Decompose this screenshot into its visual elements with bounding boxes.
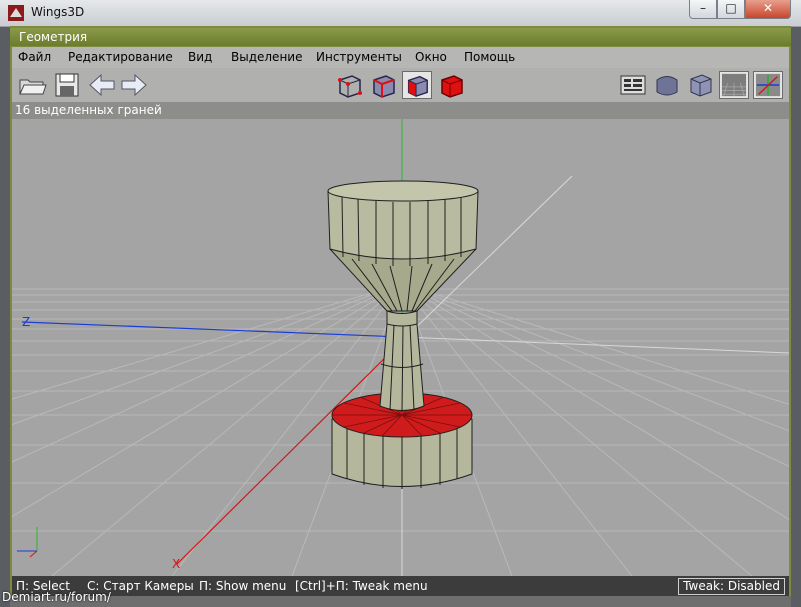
hint-right-click: П: Show menu xyxy=(199,579,287,593)
menu-select[interactable]: Выделение xyxy=(231,47,302,68)
save-disk-icon[interactable] xyxy=(52,71,82,99)
x-axis-label: X xyxy=(172,557,180,571)
axes-icon[interactable] xyxy=(753,71,783,99)
3d-viewport[interactable]: Z X xyxy=(12,119,789,576)
window-title: Wings3D xyxy=(31,5,85,19)
selection-info-bar: 16 выделенных граней xyxy=(12,102,789,119)
menubar: Файл Редактирование Вид Выделение Инстру… xyxy=(12,47,789,68)
face-mode-icon[interactable] xyxy=(402,71,432,99)
wings3d-app-icon xyxy=(8,5,24,21)
menu-view[interactable]: Вид xyxy=(188,47,212,68)
right-desktop-strip xyxy=(791,26,801,607)
smooth-cube-icon[interactable] xyxy=(652,71,682,99)
undo-arrow-icon[interactable] xyxy=(87,71,117,99)
close-button[interactable]: ✕ xyxy=(745,0,791,19)
open-folder-icon[interactable] xyxy=(17,71,47,99)
geometry-panel-title: Геометрия xyxy=(19,30,88,44)
hint-ctrl-right-click: [Ctrl]+П: Tweak menu xyxy=(295,579,428,593)
z-axis-negative-line xyxy=(401,336,789,354)
redo-arrow-icon[interactable] xyxy=(119,71,149,99)
object-mode-icon[interactable] xyxy=(436,71,466,99)
selection-info-text: 16 выделенных граней xyxy=(15,103,162,117)
toolbar xyxy=(12,68,789,102)
tweak-status-badge: Tweak: Disabled xyxy=(678,578,785,595)
watermark-text: Demiart.ru/forum/ xyxy=(2,590,111,604)
menu-help[interactable]: Помощь xyxy=(464,47,515,68)
z-axis-label: Z xyxy=(22,315,30,329)
edge-mode-icon[interactable] xyxy=(368,71,398,99)
geometry-panel-header[interactable]: Геометрия xyxy=(10,28,791,46)
workmode-icon[interactable] xyxy=(618,71,648,99)
menu-tools[interactable]: Инструменты xyxy=(316,47,402,68)
vertex-mode-icon[interactable] xyxy=(334,71,364,99)
hint-bar: П: Select С: Старт Камеры П: Show menu [… xyxy=(12,576,789,596)
menu-window[interactable]: Окно xyxy=(415,47,447,68)
left-desktop-strip xyxy=(0,26,10,607)
maximize-button[interactable]: □ xyxy=(717,0,745,19)
groundplane-icon[interactable] xyxy=(719,71,749,99)
menu-file[interactable]: Файл xyxy=(18,47,51,68)
viewport-canvas[interactable]: Z X xyxy=(12,119,789,576)
flat-cube-icon[interactable] xyxy=(686,71,716,99)
minimize-button[interactable]: – xyxy=(689,0,717,19)
menu-edit[interactable]: Редактирование xyxy=(68,47,173,68)
window-titlebar[interactable]: Wings3D – □ ✕ xyxy=(0,0,801,27)
